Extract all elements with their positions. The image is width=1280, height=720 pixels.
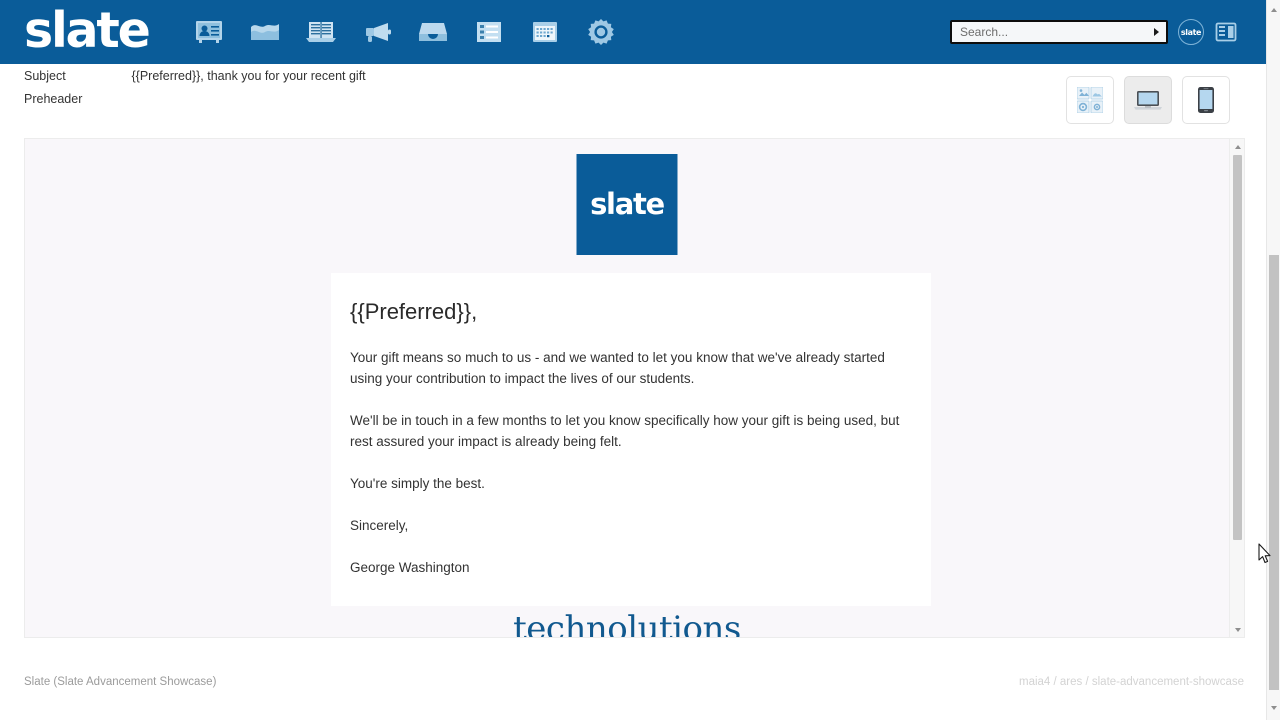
search-submit-arrow-icon[interactable] (1154, 28, 1159, 36)
gear-icon[interactable] (583, 14, 619, 50)
contact-card-icon[interactable] (191, 14, 227, 50)
app-root: slate Search... slate Subject {{Preferre… (0, 0, 1280, 720)
page-scrollbar[interactable] (1266, 0, 1280, 720)
book-icon[interactable] (303, 14, 339, 50)
email-preview-frame: slate {{Preferred}}, Your gift means so … (24, 138, 1245, 638)
preview-scroll-thumb[interactable] (1233, 155, 1242, 540)
page-scroll-thumb[interactable] (1269, 255, 1279, 690)
email-signature-name: George Washington (350, 560, 470, 575)
page-footer: Slate (Slate Advancement Showcase) maia4… (0, 664, 1266, 720)
search-input[interactable] (952, 23, 1138, 41)
mobile-view-button[interactable] (1182, 76, 1230, 124)
search-box[interactable] (950, 20, 1168, 44)
panel-layout-icon[interactable] (1214, 20, 1238, 44)
nav-icon-group (191, 14, 619, 50)
desktop-view-button[interactable] (1124, 76, 1172, 124)
message-meta-panel: Subject {{Preferred}}, thank you for you… (0, 64, 1266, 138)
subject-value[interactable]: {{Preferred}}, thank you for your recent… (131, 69, 365, 83)
footer-instance-label: Slate (Slate Advancement Showcase) (24, 676, 217, 688)
top-navigation-bar: slate Search... slate (0, 0, 1266, 64)
topbar-right-group: slate (950, 0, 1266, 64)
inbox-tray-icon[interactable] (415, 14, 451, 50)
email-preview-canvas: slate {{Preferred}}, Your gift means so … (25, 139, 1229, 637)
email-body-card: {{Preferred}}, Your gift means so much t… (331, 273, 931, 606)
subject-row: Subject {{Preferred}}, thank you for you… (24, 69, 366, 83)
email-header-logo-text: slate (590, 186, 665, 221)
email-header-logo: slate (576, 154, 678, 255)
preview-scroll-up-arrow-icon[interactable] (1230, 139, 1244, 154)
chart-icon[interactable] (247, 14, 283, 50)
megaphone-icon[interactable] (359, 14, 395, 50)
list-icon[interactable] (471, 14, 507, 50)
email-signoff: Sincerely, (350, 518, 409, 533)
subject-label: Subject (24, 69, 66, 83)
email-footer-brand: technolutions (513, 609, 741, 637)
calendar-icon[interactable] (527, 14, 563, 50)
preview-scroll-down-arrow-icon[interactable] (1230, 622, 1244, 637)
view-mode-toggle-group (1066, 76, 1230, 124)
preview-scrollbar[interactable] (1229, 139, 1244, 637)
preheader-row: Preheader (24, 92, 128, 106)
slate-logo[interactable]: slate (24, 6, 151, 55)
email-greeting: {{Preferred}}, (350, 299, 478, 324)
slate-circle-badge[interactable]: slate (1178, 19, 1204, 45)
images-view-button[interactable] (1066, 76, 1114, 124)
email-paragraph-1: Your gift means so much to us - and we w… (350, 350, 885, 386)
email-paragraph-2: We'll be in touch in a few months to let… (350, 413, 900, 449)
page-scroll-up-arrow-icon[interactable] (1267, 2, 1280, 18)
preheader-label: Preheader (24, 92, 83, 106)
email-paragraph-3: You're simply the best. (350, 476, 485, 491)
page-scroll-down-arrow-icon[interactable] (1267, 700, 1280, 716)
footer-server-path: maia4 / ares / slate-advancement-showcas… (1019, 676, 1244, 688)
